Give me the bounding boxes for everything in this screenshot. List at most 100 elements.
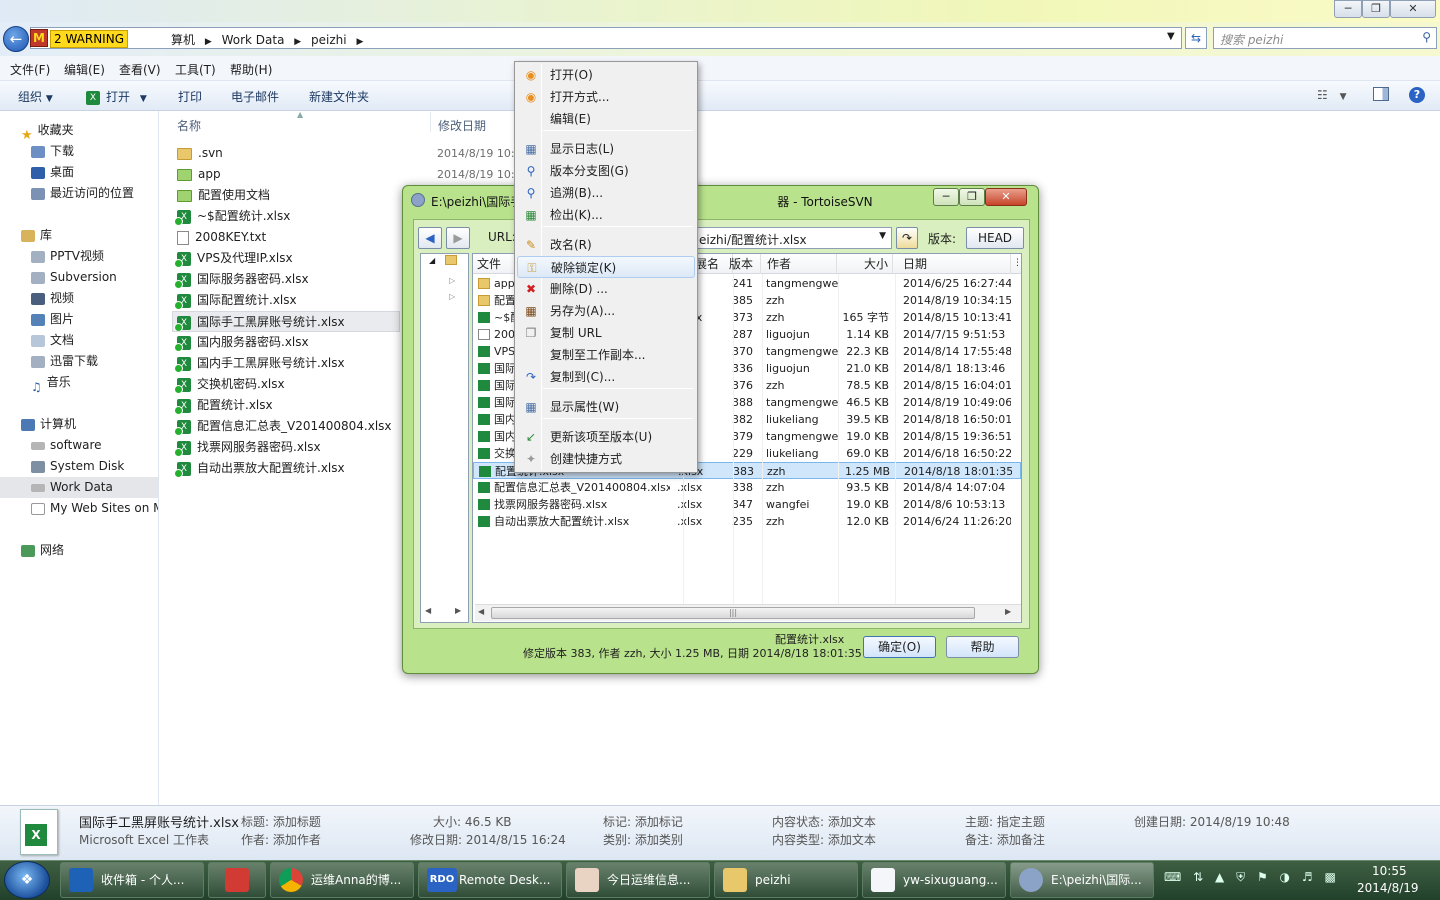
repo-row[interactable]: 配置信息汇总表_V201400804.xlsx .xlsx 338 zzh 93.5 K… bbox=[473, 479, 1021, 496]
taskbar-browser-window[interactable]: 今日运维信息... bbox=[566, 862, 710, 898]
file-row-selected[interactable]: X 国际手工黑屏账号统计.xlsx bbox=[172, 311, 400, 332]
open-button[interactable]: X 打开 ▼ bbox=[86, 88, 147, 105]
taskbar-chrome[interactable]: 运维Anna的博... bbox=[270, 862, 414, 898]
dialog-close-button[interactable]: ✕ bbox=[985, 188, 1027, 206]
taskbar-outlook[interactable]: 收件箱 - 个人... bbox=[60, 862, 204, 898]
clock-date[interactable]: 2014/8/19 bbox=[1357, 881, 1419, 895]
context-menu-item[interactable]: ◉ 打开方式... bbox=[517, 86, 695, 108]
breadcrumb-peizhi[interactable]: peizhi bbox=[311, 33, 347, 47]
refresh-icon[interactable]: ⇆ bbox=[1185, 27, 1207, 49]
warning-badge[interactable]: 2 WARNING bbox=[50, 30, 128, 48]
back-icon[interactable]: ◀ bbox=[418, 227, 442, 249]
keyboard-icon[interactable]: ⌨ bbox=[1164, 870, 1181, 884]
nav-system-disk[interactable]: System Disk bbox=[0, 456, 158, 477]
details-subject[interactable]: 主题: 指定主题 bbox=[965, 813, 1045, 830]
tree-expand-icon[interactable]: ▷ bbox=[449, 276, 455, 285]
file-row[interactable]: X 国际配置统计.xlsx bbox=[172, 290, 400, 311]
taskbar-document[interactable]: yw-sixuguang... bbox=[862, 862, 1006, 898]
context-menu-item[interactable]: ✎ 改名(R) bbox=[517, 234, 695, 256]
address-bar[interactable]: 算机 ▶ Work Data ▶ peizhi ▶ ▼ bbox=[30, 27, 1182, 49]
horizontal-scrollbar[interactable]: ◀ ||| ▶ bbox=[475, 604, 1021, 621]
context-menu-item[interactable]: 编辑(E) bbox=[517, 108, 695, 130]
help-button[interactable]: 帮助 bbox=[946, 636, 1019, 658]
context-menu-item[interactable]: ⚿ 破除锁定(K) bbox=[517, 256, 695, 278]
context-menu-item[interactable]: ❐ 复制 URL bbox=[517, 322, 695, 344]
file-row[interactable]: X 配置信息汇总表_V201400804.xlsx bbox=[172, 416, 400, 437]
details-category[interactable]: 类别: 添加类别 bbox=[603, 831, 683, 848]
nav-downloads[interactable]: 下载 bbox=[0, 141, 158, 162]
preview-pane-icon[interactable] bbox=[1373, 87, 1389, 101]
column-header-name[interactable]: 名称 bbox=[177, 117, 201, 134]
context-menu-item[interactable]: 复制至工作副本... bbox=[517, 344, 695, 366]
menu-edit[interactable]: 编辑(E) bbox=[64, 61, 105, 78]
context-menu-item[interactable]: ⚲ 追溯(B)... bbox=[517, 182, 695, 204]
column-header-modified[interactable]: 修改日期 bbox=[438, 117, 486, 134]
taskbar-app[interactable] bbox=[208, 862, 266, 898]
clock-time[interactable]: 10:55 bbox=[1372, 864, 1407, 878]
print-button[interactable]: 打印 bbox=[178, 88, 202, 105]
display-icon[interactable]: ▩ bbox=[1324, 870, 1335, 884]
context-menu-item[interactable]: ✖ 删除(D) ... bbox=[517, 278, 695, 300]
details-comments[interactable]: 备注: 添加备注 bbox=[965, 831, 1045, 848]
context-menu-item[interactable]: ↷ 复制到(C)... bbox=[517, 366, 695, 388]
dialog-minimize-button[interactable]: ─ bbox=[933, 188, 959, 206]
menu-file[interactable]: 文件(F) bbox=[10, 61, 50, 78]
file-row[interactable]: X 国内服务器密码.xlsx bbox=[172, 332, 400, 353]
close-button[interactable]: ✕ bbox=[1390, 0, 1436, 18]
scroll-left-icon[interactable]: ◀ bbox=[478, 607, 484, 616]
scroll-thumb[interactable]: ||| bbox=[491, 607, 975, 619]
breadcrumb-work-data[interactable]: Work Data bbox=[222, 33, 285, 47]
context-menu-item[interactable]: ⚲ 版本分支图(G) bbox=[517, 160, 695, 182]
new-folder-button[interactable]: 新建文件夹 bbox=[309, 88, 369, 105]
file-row[interactable]: X 自动出票放大配置统计.xlsx bbox=[172, 458, 400, 479]
file-row[interactable]: X 交换机密码.xlsx bbox=[172, 374, 400, 395]
nav-software[interactable]: software bbox=[0, 435, 158, 456]
taskbar-remote-desktop[interactable]: RDO Remote Desk... bbox=[418, 862, 562, 898]
nav-music[interactable]: ♫ 音乐 bbox=[0, 372, 158, 393]
dialog-maximize-button[interactable]: ❐ bbox=[959, 188, 985, 206]
tree-expand-icon[interactable]: ◢ bbox=[429, 256, 435, 265]
chevron-down-icon[interactable]: ▼ bbox=[879, 231, 886, 241]
nav-pptv[interactable]: PPTV视频 bbox=[0, 246, 158, 267]
nav-documents[interactable]: 文档 bbox=[0, 330, 158, 351]
details-content-type[interactable]: 内容类型: 添加文本 bbox=[772, 831, 876, 848]
menu-help[interactable]: 帮助(H) bbox=[230, 61, 272, 78]
open-folder-icon[interactable]: ↷ bbox=[896, 227, 918, 249]
volume-icon[interactable]: ♬ bbox=[1302, 870, 1313, 884]
nav-work-data[interactable]: Work Data bbox=[0, 477, 158, 498]
scroll-right-icon[interactable]: ▶ bbox=[455, 606, 461, 615]
flag-icon[interactable]: ⚑ bbox=[1257, 870, 1268, 884]
nav-network[interactable]: 网络 bbox=[0, 540, 158, 561]
menu-view[interactable]: 查看(V) bbox=[119, 61, 161, 78]
file-row[interactable]: .svn bbox=[172, 143, 400, 164]
search-icon[interactable]: ⚲ bbox=[1422, 30, 1431, 44]
repo-row[interactable]: 找票网服务器密码.xlsx .xlsx 347 wangfei 19.0 KB 2014/… bbox=[473, 496, 1021, 513]
column-header-author[interactable]: 作者 bbox=[763, 254, 837, 274]
tree-expand-icon[interactable]: ▷ bbox=[449, 292, 455, 301]
context-menu-item[interactable]: ▦ 另存为(A)... bbox=[517, 300, 695, 322]
taskbar-explorer[interactable]: peizhi bbox=[714, 862, 858, 898]
file-row[interactable]: X VPS及代理IP.xlsx bbox=[172, 248, 400, 269]
file-row[interactable]: X 国际服务器密码.xlsx bbox=[172, 269, 400, 290]
revision-button[interactable]: HEAD bbox=[966, 227, 1024, 249]
file-row[interactable]: 配置使用文档 bbox=[172, 185, 400, 206]
address-dropdown-icon[interactable]: ▼ bbox=[1167, 31, 1175, 42]
repo-tree[interactable]: ◢ ▷ ▷ ◀ ▶ bbox=[420, 253, 469, 623]
view-options-icon[interactable]: ☷ ▼ bbox=[1317, 88, 1347, 102]
details-content-status[interactable]: 内容状态: 添加文本 bbox=[772, 813, 876, 830]
file-row[interactable]: X 找票网服务器密码.xlsx bbox=[172, 437, 400, 458]
context-menu-item[interactable]: ✦ 创建快捷方式 bbox=[517, 448, 695, 470]
column-header-revision[interactable]: 版本 bbox=[725, 254, 761, 274]
file-row[interactable]: X 国内手工黑屏账号统计.xlsx bbox=[172, 353, 400, 374]
details-tags[interactable]: 标记: 添加标记 bbox=[603, 813, 683, 830]
forward-icon[interactable]: ▶ bbox=[446, 227, 470, 249]
context-menu-item[interactable]: ▦ 显示日志(L) bbox=[517, 138, 695, 160]
scroll-right-icon[interactable]: ▶ bbox=[1005, 607, 1011, 616]
menu-tools[interactable]: 工具(T) bbox=[175, 61, 216, 78]
file-row[interactable]: X ~$配置统计.xlsx bbox=[172, 206, 400, 227]
nav-videos[interactable]: 视频 bbox=[0, 288, 158, 309]
file-row[interactable]: app bbox=[172, 164, 400, 185]
usb-icon[interactable]: ⇅ bbox=[1193, 870, 1203, 884]
nav-computer[interactable]: 计算机 bbox=[0, 414, 158, 435]
search-input[interactable]: 搜索 peizhi ⚲ bbox=[1213, 27, 1437, 49]
